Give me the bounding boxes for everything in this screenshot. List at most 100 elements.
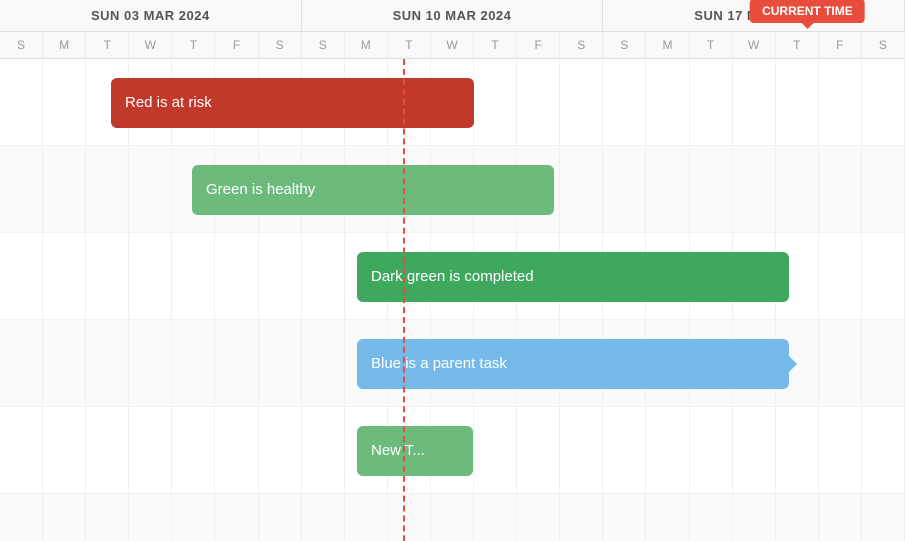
grid-cell-3-1 (43, 320, 86, 406)
grid-cell-0-17 (733, 59, 776, 145)
grid-cell-0-19 (819, 59, 862, 145)
task-bar-green-task[interactable]: Green is healthy (192, 165, 554, 215)
current-time-label: CURRENT TIME (750, 0, 865, 23)
grid-cell-4-11 (474, 407, 517, 493)
grid-cell-5-9 (388, 494, 431, 541)
grid-cell-3-19 (819, 320, 862, 406)
grid-cell-1-13 (560, 146, 603, 232)
day-cell-7: S (302, 32, 345, 58)
grid-cell-4-7 (302, 407, 345, 493)
day-cell-17: W (733, 32, 776, 58)
grid-cell-2-3 (129, 233, 172, 319)
grid-cell-5-11 (474, 494, 517, 541)
grid-cell-1-14 (603, 146, 646, 232)
day-cell-10: W (431, 32, 474, 58)
current-time-line: CURRENT TIME (403, 59, 405, 541)
grid-area: CURRENT TIME Red is at risk Green is healt… (0, 59, 905, 541)
task-bar-new-task[interactable]: New T... (357, 426, 473, 476)
grid-cell-5-15 (646, 494, 689, 541)
grid-cell-0-12 (517, 59, 560, 145)
grid-cell-4-3 (129, 407, 172, 493)
grid-cell-3-5 (215, 320, 258, 406)
grid-cell-3-20 (862, 320, 905, 406)
grid-cell-2-0 (0, 233, 43, 319)
day-cell-18: T (776, 32, 819, 58)
grid-row-5 (0, 494, 905, 541)
grid-cell-5-1 (43, 494, 86, 541)
day-cell-15: M (646, 32, 689, 58)
task-label-red-task: Red is at risk (125, 94, 212, 111)
grid-cell-5-20 (862, 494, 905, 541)
grid-cell-5-3 (129, 494, 172, 541)
grid-cell-1-0 (0, 146, 43, 232)
grid-cell-3-4 (172, 320, 215, 406)
grid-cell-3-3 (129, 320, 172, 406)
grid-cell-3-2 (86, 320, 129, 406)
task-bar-blue-task[interactable]: Blue is a parent task (357, 339, 789, 389)
grid-cell-2-20 (862, 233, 905, 319)
grid-cell-2-4 (172, 233, 215, 319)
day-cell-2: T (86, 32, 129, 58)
grid-cell-1-18 (776, 146, 819, 232)
grid-cell-3-6 (259, 320, 302, 406)
grid-cell-5-19 (819, 494, 862, 541)
grid-cell-5-8 (345, 494, 388, 541)
gantt-container: SUN 03 MAR 2024 SUN 10 MAR 2024 SUN 17 M… (0, 0, 905, 541)
day-cell-9: T (388, 32, 431, 58)
grid-cell-1-1 (43, 146, 86, 232)
grid-cell-2-2 (86, 233, 129, 319)
grid-cell-2-19 (819, 233, 862, 319)
grid-cell-1-16 (690, 146, 733, 232)
grid-cell-0-13 (560, 59, 603, 145)
day-cell-0: S (0, 32, 43, 58)
task-label-blue-task: Blue is a parent task (371, 355, 507, 372)
grid-cell-4-19 (819, 407, 862, 493)
grid-cell-4-18 (776, 407, 819, 493)
grid-cell-4-14 (603, 407, 646, 493)
grid-cell-1-20 (862, 146, 905, 232)
grid-cell-5-14 (603, 494, 646, 541)
grid-cell-4-1 (43, 407, 86, 493)
grid-cell-5-0 (0, 494, 43, 541)
grid-cell-0-20 (862, 59, 905, 145)
grid-cell-4-4 (172, 407, 215, 493)
day-cell-14: S (603, 32, 646, 58)
grid-cell-3-0 (0, 320, 43, 406)
grid-cell-1-17 (733, 146, 776, 232)
grid-cell-2-5 (215, 233, 258, 319)
grid-cell-2-7 (302, 233, 345, 319)
day-cell-16: T (690, 32, 733, 58)
grid-cell-0-15 (646, 59, 689, 145)
grid-cell-4-12 (517, 407, 560, 493)
day-header: SMTWTFSSMTWTFSSMTWTFS (0, 32, 905, 59)
grid-cell-1-15 (646, 146, 689, 232)
grid-cell-5-10 (431, 494, 474, 541)
grid-cell-5-16 (690, 494, 733, 541)
grid-cell-0-14 (603, 59, 646, 145)
grid-cell-4-15 (646, 407, 689, 493)
grid-cell-5-2 (86, 494, 129, 541)
grid-cell-5-12 (517, 494, 560, 541)
grid-cell-4-5 (215, 407, 258, 493)
grid-cell-5-17 (733, 494, 776, 541)
grid-cell-0-18 (776, 59, 819, 145)
grid-cell-4-13 (560, 407, 603, 493)
grid-cell-0-16 (690, 59, 733, 145)
task-bar-dark-green-task[interactable]: Dark green is completed (357, 252, 789, 302)
grid-cell-0-1 (43, 59, 86, 145)
day-cell-8: M (345, 32, 388, 58)
day-cell-1: M (43, 32, 86, 58)
grid-cell-1-3 (129, 146, 172, 232)
grid-cell-0-11 (474, 59, 517, 145)
week-label-1: SUN 10 MAR 2024 (302, 0, 604, 31)
day-cell-6: S (259, 32, 302, 58)
grid-cell-1-19 (819, 146, 862, 232)
task-bar-red-task[interactable]: Red is at risk (111, 78, 474, 128)
task-label-dark-green-task: Dark green is completed (371, 268, 534, 285)
grid-cell-5-18 (776, 494, 819, 541)
grid-cell-4-2 (86, 407, 129, 493)
grid-cell-0-0 (0, 59, 43, 145)
day-cell-12: F (517, 32, 560, 58)
grid-cell-4-16 (690, 407, 733, 493)
day-cell-5: F (215, 32, 258, 58)
